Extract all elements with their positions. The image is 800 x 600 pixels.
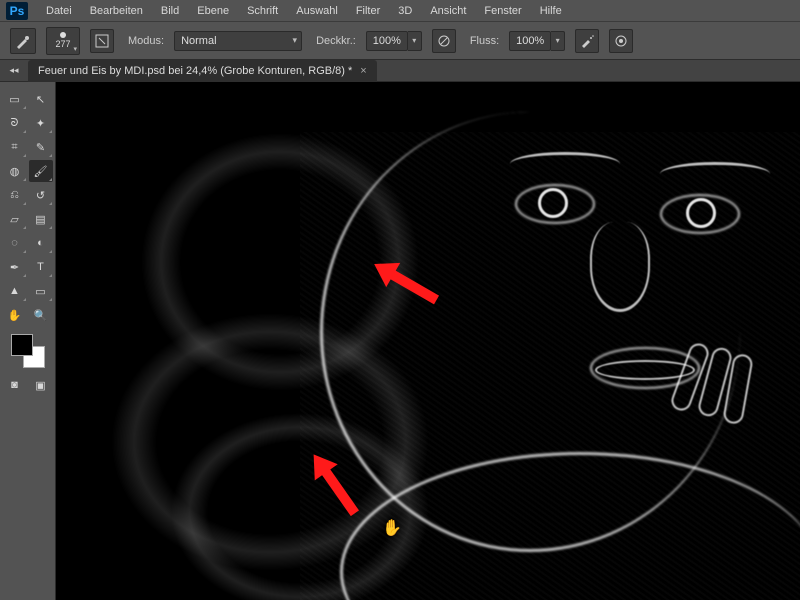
flow-input[interactable]: 100% [509, 31, 551, 51]
tool-shape[interactable]: ▭ [29, 280, 53, 302]
tool-hand[interactable]: ✋ [3, 304, 27, 326]
brush-panel-icon [95, 34, 109, 48]
tool-magic-wand[interactable]: ✦ [29, 112, 53, 134]
tool-clone-stamp[interactable]: ⎌ [3, 184, 27, 206]
target-icon [614, 34, 628, 48]
menu-edit[interactable]: Bearbeiten [82, 2, 151, 20]
pressure-size-toggle[interactable] [609, 29, 633, 53]
quick-mask-icon: ◙ [11, 379, 18, 391]
opacity-label: Deckkr.: [316, 35, 356, 47]
document-canvas[interactable]: ✋ [56, 82, 800, 600]
tool-gradient[interactable]: ▤ [29, 208, 53, 230]
menu-window[interactable]: Fenster [476, 2, 529, 20]
pressure-opacity-toggle[interactable] [432, 29, 456, 53]
options-bar: 277 ▾ Modus: Normal Deckkr.: 100% ▾ Flus… [0, 22, 800, 60]
tool-history-brush[interactable]: ↺ [29, 184, 53, 206]
brush-icon [15, 33, 31, 49]
menu-help[interactable]: Hilfe [532, 2, 570, 20]
color-swatches[interactable] [11, 334, 45, 368]
close-tab-button[interactable]: × [360, 65, 366, 77]
blur-icon: ◌ [11, 237, 18, 249]
menu-filter[interactable]: Filter [348, 2, 388, 20]
menu-layer[interactable]: Ebene [189, 2, 237, 20]
eyedropper-icon: ✎ [36, 141, 45, 154]
document-tab[interactable]: Feuer und Eis by MDI.psd bei 24,4% (Grob… [28, 60, 377, 82]
tool-brush[interactable]: 🖌 [29, 160, 53, 182]
foreground-color-swatch[interactable] [11, 334, 33, 356]
pen-icon: ✒ [10, 261, 19, 274]
quick-mask-toggle[interactable]: ◙ [3, 374, 27, 396]
tool-lasso[interactable]: ᘐ [3, 112, 27, 134]
eraser-icon: ▱ [10, 213, 18, 226]
tool-dodge[interactable]: ◐ [29, 232, 53, 254]
tool-zoom[interactable]: 🔍 [29, 304, 53, 326]
tool-preset-picker[interactable] [10, 28, 36, 54]
spot-heal-icon: ◍ [10, 165, 20, 178]
menu-bar: Ps Datei Bearbeiten Bild Ebene Schrift A… [0, 0, 800, 22]
marquee-icon: ▭ [9, 93, 19, 106]
tool-path-select[interactable]: ▲ [3, 280, 27, 302]
collapse-panels-button[interactable]: ◂◂ [6, 63, 22, 79]
zoom-icon: 🔍 [34, 309, 48, 322]
brush-icon: 🖌 [34, 165, 48, 178]
tool-pen[interactable]: ✒ [3, 256, 27, 278]
tool-eraser[interactable]: ▱ [3, 208, 27, 230]
chevron-down-icon: ▾ [73, 45, 77, 53]
flow-label: Fluss: [470, 35, 499, 47]
canvas-artwork [260, 92, 800, 600]
menu-select[interactable]: Auswahl [288, 2, 346, 20]
canvas-area[interactable]: ✋ [56, 82, 800, 600]
toolbox: ▭ ↖ ᘐ ✦ ⌗ ✎ ◍ 🖌 ⎌ ↺ ▱ ▤ ◌ ◐ ✒ T ▲ ▭ ✋ 🔍 … [0, 82, 56, 600]
opacity-stepper[interactable]: ▾ [408, 31, 422, 51]
brush-panel-toggle[interactable] [90, 29, 114, 53]
tool-spot-heal[interactable]: ◍ [3, 160, 27, 182]
rectangle-icon: ▭ [35, 285, 45, 298]
blend-mode-select[interactable]: Normal [174, 31, 302, 51]
tool-eyedropper[interactable]: ✎ [29, 136, 53, 158]
app-logo: Ps [6, 2, 28, 20]
flow-stepper[interactable]: ▾ [551, 31, 565, 51]
gradient-icon: ▤ [35, 213, 45, 226]
clone-stamp-icon: ⎌ [10, 189, 19, 202]
workspace: ▭ ↖ ᘐ ✦ ⌗ ✎ ◍ 🖌 ⎌ ↺ ▱ ▤ ◌ ◐ ✒ T ▲ ▭ ✋ 🔍 … [0, 82, 800, 600]
airbrush-toggle[interactable] [575, 29, 599, 53]
path-select-icon: ▲ [9, 285, 20, 297]
crop-icon: ⌗ [11, 141, 17, 154]
tool-move[interactable]: ↖ [29, 88, 53, 110]
tool-type[interactable]: T [29, 256, 53, 278]
tool-blur[interactable]: ◌ [3, 232, 27, 254]
magic-wand-icon: ✦ [36, 117, 45, 130]
screen-mode-icon: ▣ [35, 379, 45, 392]
opacity-input[interactable]: 100% [366, 31, 408, 51]
menu-file[interactable]: Datei [38, 2, 80, 20]
tool-marquee[interactable]: ▭ [3, 88, 27, 110]
airbrush-icon [580, 34, 594, 48]
history-brush-icon: ↺ [36, 189, 45, 202]
screen-mode-toggle[interactable]: ▣ [29, 374, 53, 396]
blend-mode-value: Normal [181, 35, 216, 47]
tablet-pressure-icon [437, 34, 451, 48]
mode-label: Modus: [128, 35, 164, 47]
brush-size-value: 277 [55, 39, 70, 49]
menu-view[interactable]: Ansicht [422, 2, 474, 20]
brush-preset-picker[interactable]: 277 ▾ [46, 27, 80, 55]
type-icon: T [37, 261, 44, 273]
move-icon: ↖ [36, 93, 45, 106]
tool-crop[interactable]: ⌗ [3, 136, 27, 158]
menu-image[interactable]: Bild [153, 2, 187, 20]
menu-type[interactable]: Schrift [239, 2, 286, 20]
menu-3d[interactable]: 3D [390, 2, 420, 20]
document-tab-strip: ◂◂ Feuer und Eis by MDI.psd bei 24,4% (G… [0, 60, 800, 82]
hand-icon: ✋ [8, 309, 22, 322]
brush-dot-icon [60, 32, 66, 38]
document-tab-title: Feuer und Eis by MDI.psd bei 24,4% (Grob… [38, 65, 352, 77]
dodge-icon: ◐ [37, 237, 44, 249]
cursor-hand-icon: ✋ [382, 518, 402, 538]
lasso-icon: ᘐ [11, 117, 19, 130]
